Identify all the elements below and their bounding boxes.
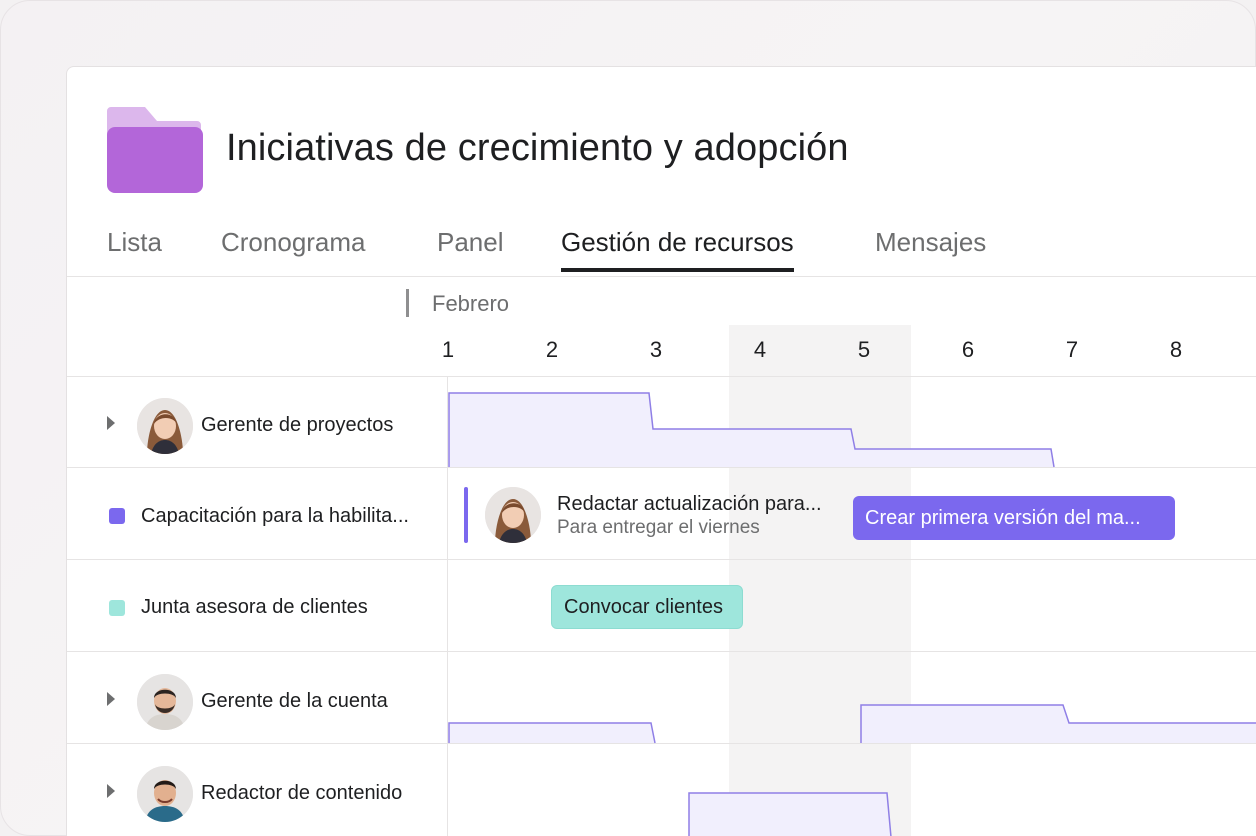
workload-area-content-writer	[689, 793, 891, 836]
project-color-swatch	[109, 508, 125, 524]
row-label-account-manager: Gerente de la cuenta	[201, 690, 388, 712]
expand-caret-icon[interactable]	[107, 784, 115, 798]
workload-area-project-manager	[449, 393, 1054, 467]
task-accent-bar	[464, 487, 468, 543]
avatar-woman-icon	[137, 398, 193, 454]
workload-graphs	[448, 392, 1256, 836]
task-subtitle-draft-update: Para entregar el viernes	[557, 517, 760, 538]
row-label-content-writer: Redactor de contenido	[201, 782, 403, 804]
workload-area-account-manager	[449, 723, 655, 743]
row-label-enablement-training[interactable]: Capacitación para la habilita...	[141, 505, 409, 528]
project-color-swatch	[109, 600, 125, 616]
avatar	[485, 487, 541, 543]
task-pill-convene-clients[interactable]: Convocar clientes	[551, 585, 743, 629]
avatar-man-smile-icon	[137, 766, 193, 822]
expand-caret-icon[interactable]	[107, 692, 115, 706]
task-pill-first-version[interactable]: Crear primera versión del ma...	[853, 496, 1175, 540]
avatar	[137, 766, 193, 822]
project-card: Iniciativas de crecimiento y adopción Li…	[66, 66, 1256, 836]
row-label-customer-advisory-board[interactable]: Junta asesora de clientes	[141, 596, 368, 619]
expand-caret-icon[interactable]	[107, 416, 115, 430]
task-title-draft-update[interactable]: Redactar actualización para...	[557, 493, 822, 516]
avatar-woman-icon	[485, 487, 541, 543]
avatar-man-beard-icon	[137, 674, 193, 730]
row-label-project-manager: Gerente de proyectos	[201, 414, 394, 436]
avatar	[137, 674, 193, 730]
avatar	[137, 398, 193, 454]
